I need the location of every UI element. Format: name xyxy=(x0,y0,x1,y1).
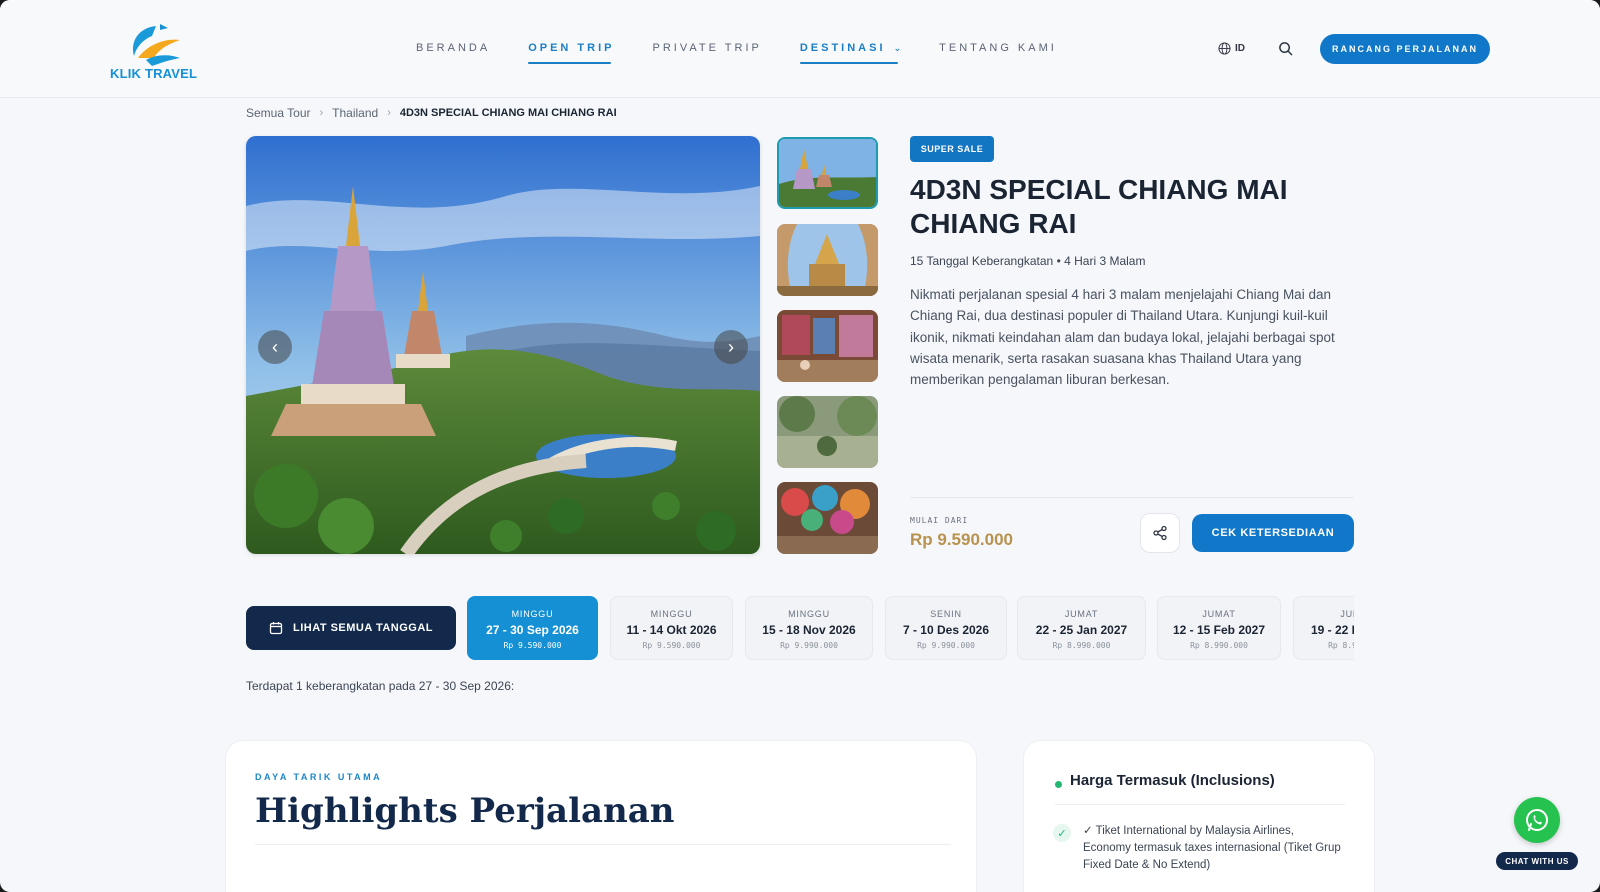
date-price: Rp 9.990.000 xyxy=(780,641,838,650)
pagoda-landscape-image xyxy=(246,136,760,554)
date-day: MINGGU xyxy=(788,609,830,619)
status-dot-icon xyxy=(1055,781,1062,788)
thumbnail-temple-image xyxy=(777,224,878,296)
date-day: JUMAT xyxy=(1340,609,1354,619)
breadcrumb-current: 4D3N SPECIAL CHIANG MAI CHIANG RAI xyxy=(399,107,617,119)
thumbnail-market-image xyxy=(777,310,878,382)
date-day: JUMAT xyxy=(1064,609,1099,619)
nav-destinasi[interactable]: DESTINASI ⌄ xyxy=(799,42,902,64)
departure-dates-strip: MINGGU 27 - 30 Sep 2026 Rp 9.590.000 MIN… xyxy=(467,596,1354,660)
date-day: JUMAT xyxy=(1202,609,1236,619)
tour-description: Nikmati perjalanan spesial 4 hari 3 mala… xyxy=(910,287,1335,388)
date-card[interactable]: MINGGU 15 - 18 Nov 2026 Rp 9.990.000 xyxy=(745,596,873,660)
nav-tentang-kami[interactable]: TENTANG KAMI xyxy=(939,42,1057,64)
date-range: 11 - 14 Okt 2026 xyxy=(626,623,717,637)
main-gallery-image[interactable]: ‹ › xyxy=(246,136,760,554)
date-price: Rp 8.990.000 xyxy=(1190,641,1248,650)
nav-open-trip[interactable]: OPEN TRIP xyxy=(528,42,614,64)
calendar-icon xyxy=(269,622,283,635)
check-availability-button[interactable]: CEK KETERSEDIAAN xyxy=(1192,514,1354,552)
nav-beranda[interactable]: BERANDA xyxy=(416,42,490,64)
date-day: MINGGU xyxy=(511,609,554,619)
thumbnail-garden-image xyxy=(777,396,878,468)
date-range: 7 - 10 Des 2026 xyxy=(902,623,990,637)
date-card[interactable]: JUMAT 12 - 15 Feb 2027 Rp 8.990.000 xyxy=(1157,596,1281,660)
divider xyxy=(910,497,1354,498)
chevron-left-icon: ‹ xyxy=(272,336,278,357)
date-price: Rp 8.990.000 xyxy=(1328,641,1354,650)
inclusions-panel: Harga Termasuk (Inclusions) ✓ ✓ Tiket In… xyxy=(1023,740,1375,892)
departure-count-text: Terdapat 1 keberangkatan pada 27 - 30 Se… xyxy=(246,679,515,693)
tour-title: 4D3N SPECIAL CHIANG MAI CHIANG RAI xyxy=(910,174,1288,239)
breadcrumb-link-thailand[interactable]: Thailand xyxy=(332,106,378,120)
breadcrumb-link-all-tours[interactable]: Semua Tour xyxy=(246,106,310,120)
gallery-thumbnail[interactable] xyxy=(777,137,878,209)
chevron-right-icon: › xyxy=(728,336,734,357)
date-day: MINGGU xyxy=(650,609,693,619)
date-card[interactable]: SENIN 7 - 10 Des 2026 Rp 9.990.000 xyxy=(885,596,1007,660)
highlights-panel: DAYA TARIK UTAMA Highlights Perjalanan xyxy=(225,740,977,892)
globe-icon xyxy=(1218,42,1231,55)
highlights-kicker: DAYA TARIK UTAMA xyxy=(255,772,383,782)
chevron-down-icon: ⌄ xyxy=(893,43,902,53)
check-icon: ✓ xyxy=(1053,824,1071,842)
date-price: Rp 9.590.000 xyxy=(642,641,701,650)
price-label: MULAI DARI xyxy=(910,516,969,525)
date-day: SENIN xyxy=(930,609,962,619)
date-range: 22 - 25 Jan 2027 xyxy=(1035,623,1128,637)
language-switcher[interactable]: ID xyxy=(1218,42,1245,55)
plan-trip-button[interactable]: RANCANG PERJALANAN xyxy=(1320,34,1490,64)
tour-price: Rp 9.590.000 xyxy=(910,530,1014,549)
inclusion-item: ✓ Tiket International by Malaysia Airlin… xyxy=(1083,825,1341,871)
see-all-dates-label: LIHAT SEMUA TANGGAL xyxy=(292,622,434,634)
date-card[interactable]: JUMAT 19 - 22 Feb 2027 Rp 8.990.000 xyxy=(1293,596,1354,660)
date-price: Rp 9.590.000 xyxy=(503,641,562,650)
date-card[interactable]: JUMAT 22 - 25 Jan 2027 Rp 8.990.000 xyxy=(1017,596,1146,660)
thumbnail-pagoda-image xyxy=(779,139,876,207)
divider xyxy=(1055,804,1345,805)
brand-name: KLIK TRAVEL xyxy=(110,66,198,81)
highlights-title: Highlights Perjalanan xyxy=(255,791,675,831)
date-range: 12 - 15 Feb 2027 xyxy=(1172,623,1266,637)
divider xyxy=(255,844,951,845)
inclusions-title: Harga Termasuk (Inclusions) xyxy=(1070,772,1275,789)
date-card[interactable]: MINGGU 11 - 14 Okt 2026 Rp 9.590.000 xyxy=(610,596,733,660)
chevron-right-icon: › xyxy=(387,107,391,119)
thumbnail-umbrellas-image xyxy=(777,482,878,554)
see-all-dates-button[interactable]: LIHAT SEMUA TANGGAL xyxy=(246,606,456,650)
date-range: 19 - 22 Feb 2027 xyxy=(1310,623,1354,637)
date-card[interactable]: MINGGU 27 - 30 Sep 2026 Rp 9.590.000 xyxy=(467,596,598,660)
share-button[interactable] xyxy=(1140,513,1180,553)
chevron-right-icon: › xyxy=(319,107,324,119)
date-range: 15 - 18 Nov 2026 xyxy=(762,623,856,637)
language-label: ID xyxy=(1235,43,1245,54)
whatsapp-chat-button[interactable] xyxy=(1514,797,1560,843)
tour-meta: 15 Tanggal Keberangkatan • 4 Hari 3 Mala… xyxy=(910,254,1146,268)
nav-private-trip[interactable]: PRIVATE TRIP xyxy=(652,42,761,64)
main-nav: BERANDA OPEN TRIP PRIVATE TRIP DESTINASI… xyxy=(416,42,1095,64)
share-icon xyxy=(1153,525,1167,541)
gallery-thumbnail[interactable] xyxy=(777,224,878,296)
prev-image-button[interactable]: ‹ xyxy=(258,330,292,364)
gallery-thumbnail[interactable] xyxy=(777,310,878,382)
site-header: KLIK TRAVEL BERANDA OPEN TRIP PRIVATE TR… xyxy=(0,0,1600,98)
gallery-thumbnail[interactable] xyxy=(777,396,878,468)
date-price: Rp 9.990.000 xyxy=(917,641,975,650)
gallery-thumbnail[interactable] xyxy=(777,482,878,554)
search-icon[interactable] xyxy=(1278,41,1293,56)
chat-with-us-label[interactable]: CHAT WITH US xyxy=(1496,852,1578,870)
date-range: 27 - 30 Sep 2026 xyxy=(486,623,579,637)
breadcrumb: Semua Tour › Thailand › 4D3N SPECIAL CHI… xyxy=(246,106,617,120)
next-image-button[interactable]: › xyxy=(714,330,748,364)
date-price: Rp 8.990.000 xyxy=(1052,641,1111,650)
whatsapp-icon xyxy=(1526,809,1548,831)
super-sale-badge: SUPER SALE xyxy=(910,136,994,162)
page: KLIK TRAVEL BERANDA OPEN TRIP PRIVATE TR… xyxy=(0,0,1600,892)
